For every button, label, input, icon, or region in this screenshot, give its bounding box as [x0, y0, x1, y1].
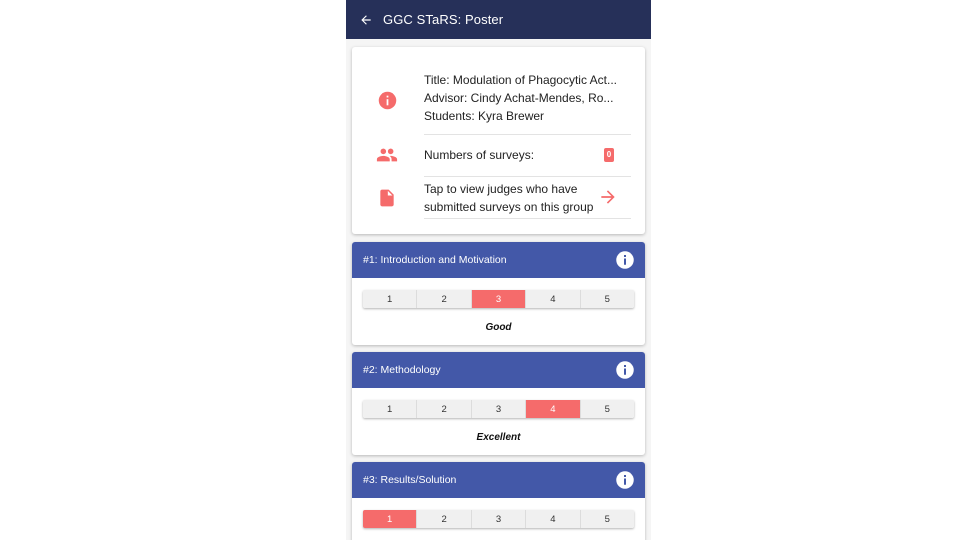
criterion-header: #2: Methodology: [352, 352, 645, 388]
arrow-right-icon[interactable]: [598, 187, 618, 212]
score-option[interactable]: 2: [417, 290, 472, 308]
score-option[interactable]: 4: [526, 290, 581, 308]
criterion-card: #1: Introduction and Motivation 1 2 3 4 5 Good: [352, 242, 645, 345]
score-option[interactable]: 5: [580, 510, 634, 528]
app-screen: GGC STaRS: Poster Title: Modulation of P…: [346, 0, 651, 540]
score-option[interactable]: 4: [526, 400, 581, 418]
criterion-name: #3: Results/Solution: [363, 474, 457, 486]
document-icon: [376, 187, 398, 209]
score-option[interactable]: 5: [580, 290, 634, 308]
back-button[interactable]: [358, 12, 374, 28]
score-option[interactable]: 3: [471, 290, 527, 308]
surveys-row: Numbers of surveys: 0: [352, 144, 645, 168]
criterion-card: #3: Results/Solution 1 2 3 4 5: [352, 462, 645, 540]
score-option[interactable]: 2: [417, 400, 472, 418]
info-circle-icon[interactable]: [615, 250, 635, 270]
poster-details: Title: Modulation of Phagocytic Act... A…: [424, 71, 631, 125]
poster-students: Students: Kyra Brewer: [424, 109, 545, 123]
criterion-name: #2: Methodology: [363, 364, 441, 376]
app-bar: GGC STaRS: Poster: [346, 0, 651, 39]
view-judges-row[interactable]: Tap to view judges who have submitted su…: [352, 179, 645, 217]
score-selector: 12345: [363, 290, 634, 308]
surveys-count-badge: 0: [604, 148, 614, 162]
poster-advisor: Advisor: Cindy Achat-Mendes, Ro...: [424, 91, 614, 105]
page-title: GGC STaRS: Poster: [383, 12, 504, 27]
score-selector: 12345: [363, 510, 634, 528]
criterion-header: #1: Introduction and Motivation: [352, 242, 645, 278]
criterion-name: #1: Introduction and Motivation: [363, 254, 507, 266]
divider: [424, 134, 631, 135]
info-circle-icon[interactable]: [615, 470, 635, 490]
score-option[interactable]: 3: [471, 510, 527, 528]
score-selector: 12345: [363, 400, 634, 418]
criterion-header: #3: Results/Solution: [352, 462, 645, 498]
score-option[interactable]: 4: [526, 510, 581, 528]
poster-info-card: Title: Modulation of Phagocytic Act... A…: [352, 47, 645, 234]
divider: [424, 176, 631, 177]
criterion-card: #2: Methodology 1 2 3 4 5 Excellent: [352, 352, 645, 455]
info-icon: [376, 89, 398, 111]
poster-details-row: Title: Modulation of Phagocytic Act... A…: [352, 70, 645, 130]
score-option[interactable]: 1: [363, 510, 418, 528]
people-icon: [376, 144, 398, 166]
divider: [424, 218, 631, 219]
rating-label: Good: [485, 322, 512, 333]
arrow-left-icon: [361, 14, 371, 25]
score-option[interactable]: 5: [580, 400, 634, 418]
score-option[interactable]: 1: [363, 290, 418, 308]
poster-title: Title: Modulation of Phagocytic Act...: [424, 73, 617, 87]
surveys-label: Numbers of surveys:: [424, 148, 535, 162]
rating-label: Excellent: [476, 432, 521, 443]
score-option[interactable]: 3: [471, 400, 527, 418]
score-option[interactable]: 1: [363, 400, 418, 418]
score-option[interactable]: 2: [417, 510, 472, 528]
info-circle-icon[interactable]: [615, 360, 635, 380]
